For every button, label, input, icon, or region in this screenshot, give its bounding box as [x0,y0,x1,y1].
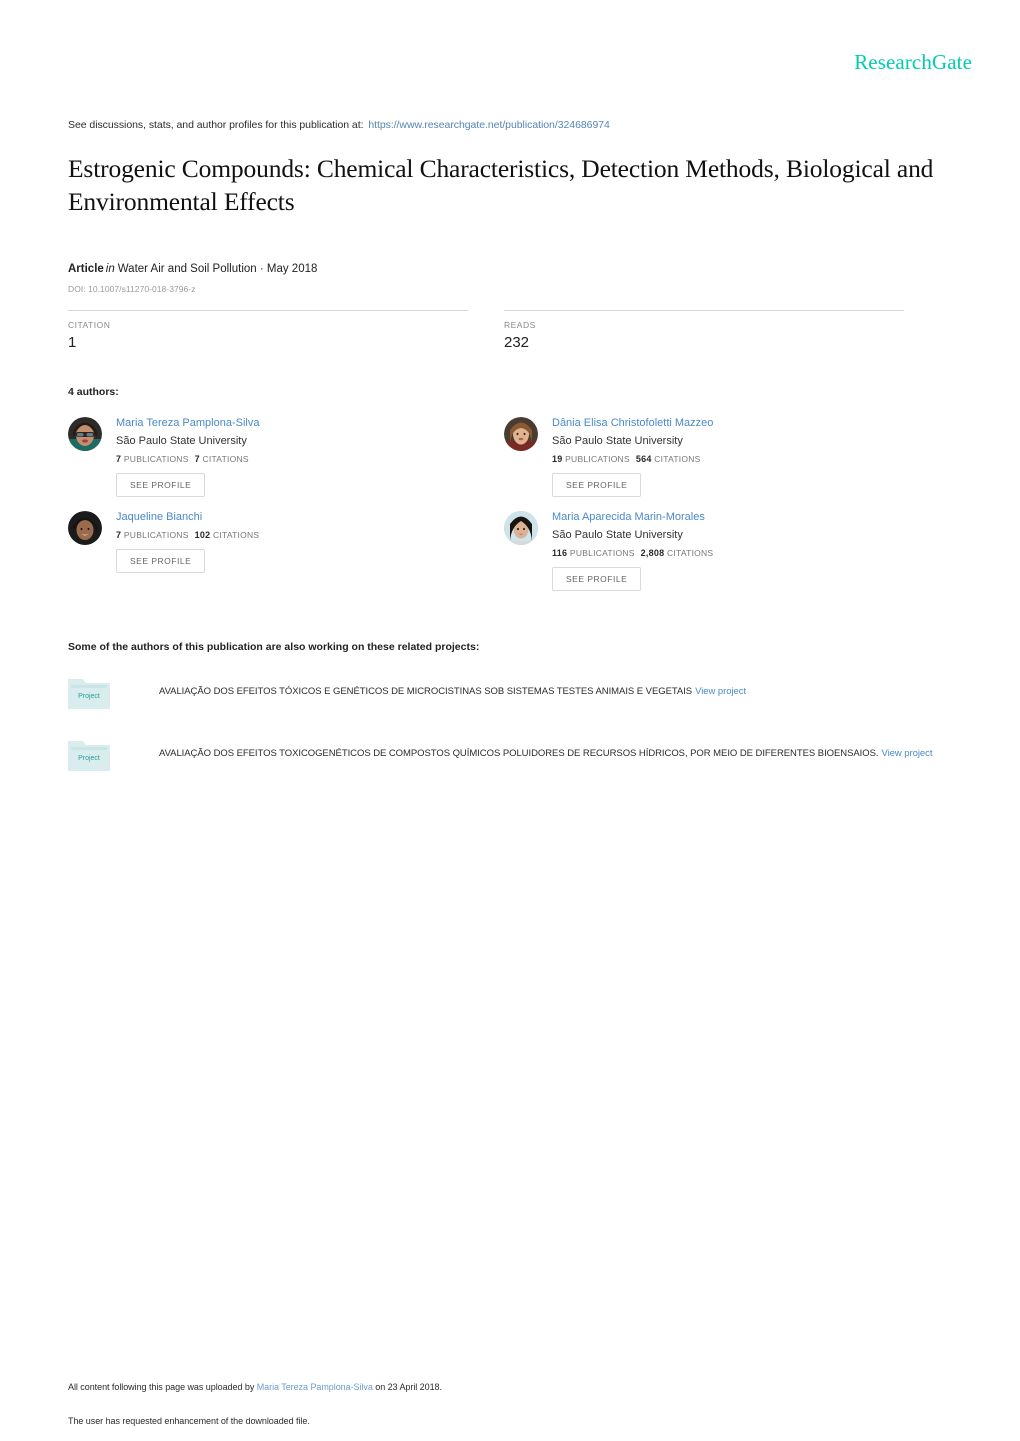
citation-value: 1 [68,334,77,351]
upload-note: All content following this page was uplo… [68,1381,952,1394]
project-title: AVALIAÇÃO DOS EFEITOS TOXICOGENÉTICOS DE… [159,747,933,761]
project-folder-icon: Project [68,737,110,771]
page-title: Estrogenic Compounds: Chemical Character… [68,154,934,216]
author-card-maria-tereza-pamplona-silva: Maria Tereza Pamplona-Silva São Paulo St… [68,415,504,497]
svg-text:Project: Project [78,755,100,762]
svg-text:Project: Project [78,693,100,700]
author-stats: 7 PUBLICATIONS 102 CITATIONS [116,530,259,540]
citations-count: 102 [194,530,211,540]
article-type-label: Article [68,263,104,275]
discussion-line: See discussions, stats, and author profi… [68,118,952,132]
author-card-jaqueline-bianchi: Jaqueline Bianchi 7 PUBLICATIONS 102 CITA… [68,509,504,591]
upload-note-prefix: All content following this page was uplo… [68,1382,255,1392]
author-institution: São Paulo State University [552,435,683,447]
author-info: Jaqueline Bianchi 7 PUBLICATIONS 102 CITA… [116,509,259,573]
enhancement-note: The user has requested enhancement of th… [68,1416,310,1426]
reads-stat: READS 232 [504,310,904,352]
citations-count: 2,808 [640,548,665,558]
citations-label: CITATIONS [667,548,714,558]
author-name-link[interactable]: Maria Aparecida Marin-Morales [552,510,713,525]
researchgate-logo[interactable]: ResearchGate [854,50,972,75]
content-column: See discussions, stats, and author profi… [68,118,952,771]
publications-count: 19 [552,454,563,464]
reads-label: READS [504,320,536,330]
see-profile-button[interactable]: SEE PROFILE [116,473,206,497]
see-profile-button[interactable]: SEE PROFILE [552,473,642,497]
view-project-link[interactable]: View project [695,686,746,697]
see-profile-button[interactable]: SEE PROFILE [116,549,206,573]
authors-heading: 4 authors: [68,386,119,398]
article-in-word: in [105,263,115,275]
avatar [504,511,538,545]
author-info: Maria Tereza Pamplona-Silva São Paulo St… [116,415,259,497]
citations-label: CITATIONS [213,530,260,540]
author-card-maria-aparecida-marin-morales: Maria Aparecida Marin-Morales São Paulo … [504,509,940,591]
citation-label: CITATION [68,320,111,330]
stats-row: CITATION 1 READS 232 [68,310,952,352]
article-doi: DOI: 10.1007/s11270-018-3796-z [68,284,196,294]
author-stats: 19 PUBLICATIONS 564 CITATIONS [552,454,713,464]
uploader-name-link[interactable]: Maria Tereza Pamplona-Silva [257,1382,373,1392]
avatar [504,417,538,451]
view-project-link[interactable]: View project [881,748,932,759]
author-name-link[interactable]: Maria Tereza Pamplona-Silva [116,416,259,431]
citations-label: CITATIONS [654,454,701,464]
page-footer: All content following this page was uplo… [68,1381,952,1428]
avatar [68,511,102,545]
discussion-prefix-text: See discussions, stats, and author profi… [68,119,364,131]
author-name-link[interactable]: Jaqueline Bianchi [116,510,259,525]
article-meta: Article in Water Air and Soil Pollution · … [68,262,952,277]
authors-grid: Maria Tereza Pamplona-Silva São Paulo St… [68,415,952,591]
citation-stat: CITATION 1 [68,310,468,352]
article-journal: Water Air and Soil Pollution · May 2018 [117,263,318,275]
publications-label: PUBLICATIONS [569,548,635,558]
project-title: AVALIAÇÃO DOS EFEITOS TÓXICOS E GENÉTICO… [159,685,746,699]
publication-cover-page: ResearchGate See discussions, stats, and… [0,0,1020,1441]
author-stats: 7 PUBLICATIONS 7 CITATIONS [116,454,259,464]
citations-count: 564 [635,454,652,464]
author-row: Jaqueline Bianchi 7 PUBLICATIONS 102 CITA… [68,509,952,591]
publication-url-link[interactable]: https://www.researchgate.net/publication… [368,119,610,131]
reads-value: 232 [504,334,530,351]
project-row: Project AVALIAÇÃO DOS EFEITOS TOXICOGENÉ… [68,737,952,771]
author-row: Maria Tereza Pamplona-Silva São Paulo St… [68,415,952,497]
author-stats: 116 PUBLICATIONS 2,808 CITATIONS [552,548,713,558]
see-profile-button[interactable]: SEE PROFILE [552,567,642,591]
project-title-text: AVALIAÇÃO DOS EFEITOS TOXICOGENÉTICOS DE… [159,748,879,759]
project-row: Project AVALIAÇÃO DOS EFEITOS TÓXICOS E … [68,675,952,709]
project-folder-icon: Project [68,675,110,709]
publications-label: PUBLICATIONS [123,454,189,464]
author-card-dania-elisa-christofoletti-mazzeo: Dânia Elisa Christofoletti Mazzeo São Pa… [504,415,940,497]
author-name-link[interactable]: Dânia Elisa Christofoletti Mazzeo [552,416,713,431]
citations-count: 7 [194,454,200,464]
publications-count: 7 [116,454,122,464]
related-projects-heading: Some of the authors of this publication … [68,641,480,653]
publications-label: PUBLICATIONS [565,454,630,464]
avatar [68,417,102,451]
author-info: Maria Aparecida Marin-Morales São Paulo … [552,509,713,591]
publications-count: 7 [116,530,122,540]
publications-count: 116 [552,548,568,558]
citations-label: CITATIONS [202,454,249,464]
author-institution: São Paulo State University [552,529,683,541]
publications-label: PUBLICATIONS [123,530,189,540]
upload-note-suffix: on 23 April 2018. [375,1382,442,1392]
author-info: Dânia Elisa Christofoletti Mazzeo São Pa… [552,415,713,497]
author-institution: São Paulo State University [116,435,247,447]
project-title-text: AVALIAÇÃO DOS EFEITOS TÓXICOS E GENÉTICO… [159,686,693,697]
